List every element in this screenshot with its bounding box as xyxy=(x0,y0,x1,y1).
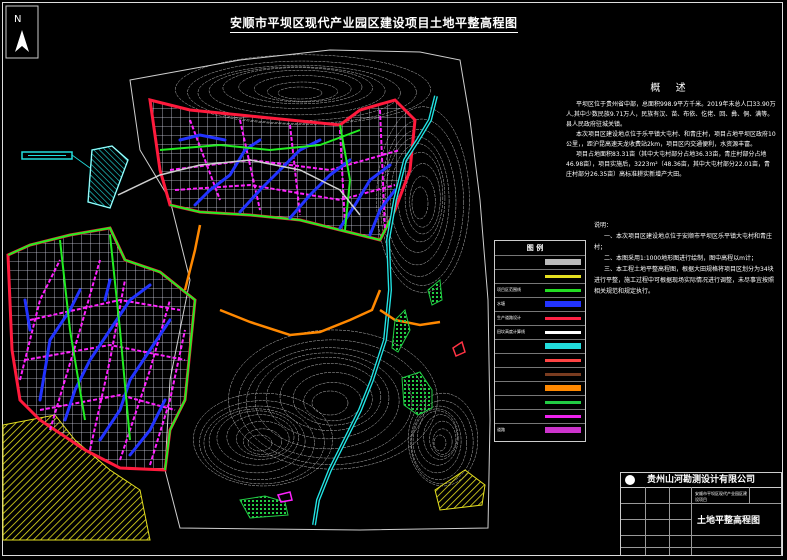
contour-line xyxy=(246,347,413,459)
legend-row xyxy=(495,381,585,395)
contour-line xyxy=(254,75,352,103)
overview-paragraph: 平坝区位于贵州省中部，总面积998.9平方千米。2019年末总人口33.90万人… xyxy=(566,101,776,128)
legend-row xyxy=(495,409,585,423)
yellow-hatch-area-right xyxy=(434,469,486,511)
legend-symbol xyxy=(545,275,581,278)
contour-line xyxy=(267,81,338,102)
title-block: 贵州山河勘测设计有限公司 安顺市平坝区现代产业园区建设项目 土地平整高程图 xyxy=(620,472,782,556)
contour-line xyxy=(411,186,429,220)
contour-line xyxy=(222,67,373,109)
contour-line xyxy=(199,400,325,485)
legend-label: 道路 xyxy=(497,427,505,432)
legend-row xyxy=(495,367,585,381)
notes-item: 三、本工程土地平整高程图，根据大田规格将项目区划分为34块进行平整，施工过程中可… xyxy=(594,266,775,295)
legend-panel: 图 例 项目区范围线 水塘生产道路设计 田坎高度计算线 道路 xyxy=(494,240,586,442)
green-parcel-south xyxy=(239,495,289,519)
contour-line xyxy=(429,420,457,457)
contour-line xyxy=(433,434,447,452)
svg-text:N: N xyxy=(14,14,21,25)
project-name: 安顺市平坝区现代产业园区建设项目 xyxy=(695,491,747,502)
contour-line xyxy=(412,408,462,474)
legend-symbol xyxy=(545,259,581,265)
green-strip-1 xyxy=(391,309,411,353)
legend-symbol xyxy=(545,373,581,376)
legend-symbol xyxy=(545,385,581,391)
contour-line xyxy=(292,372,373,426)
contour-line xyxy=(311,390,349,416)
contour-line xyxy=(266,356,390,440)
contour-line xyxy=(216,410,299,466)
contour-line xyxy=(432,428,453,455)
contour-line xyxy=(409,175,436,228)
company-name: 贵州山河勘测设计有限公司 xyxy=(621,473,781,488)
notes-heading: 说明： xyxy=(594,222,613,229)
contour-line xyxy=(238,69,363,105)
legend-symbol xyxy=(545,331,581,334)
legend-row xyxy=(495,269,585,283)
north-arrow-icon: N xyxy=(5,5,39,59)
legend-symbol xyxy=(545,301,581,307)
legend-row: 水塘 xyxy=(495,297,585,311)
legend-row xyxy=(495,353,585,367)
overview-heading: 概 述 xyxy=(650,83,692,94)
legend-row: 项目区范围线 xyxy=(495,283,585,297)
notes-item: 二、本图采用1:1000地形图进行绘制，图中高程以m计； xyxy=(604,255,757,262)
legend-symbol xyxy=(545,359,581,362)
legend-symbol xyxy=(545,343,581,349)
overview-panel: 概 述 平坝区位于贵州省中部，总面积998.9平方千米。2019年末总人口33.… xyxy=(566,84,776,180)
legend-symbol xyxy=(545,289,581,292)
legend-title: 图 例 xyxy=(526,244,544,252)
notes-item: 一、本次项目区建设地点位于安顺市平坝区乐平镇大屯村和青庄村； xyxy=(594,233,773,251)
contour-line xyxy=(277,86,323,100)
green-parcel-east xyxy=(401,371,433,416)
contour-line xyxy=(208,66,386,116)
notes-panel: 说明： 一、本次项目区建设地点位于安顺市平坝区乐平镇大屯村和青庄村； 二、本图采… xyxy=(594,220,774,297)
legend-label: 田坎高度计算线 xyxy=(497,329,525,334)
cad-drawing-viewport[interactable]: N 安顺市平坝区现代产业园区建设项目土地平整高程图 概 述 平坝区位于贵州省中部… xyxy=(0,0,787,560)
legend-symbol xyxy=(545,401,581,404)
drawing-title: 安顺市平坝区现代产业园区建设项目土地平整高程图 xyxy=(230,14,518,33)
red-marker xyxy=(452,340,466,358)
drawing-name: 土地平整高程图 xyxy=(697,516,761,526)
legend-label: 生产道路设计 xyxy=(497,315,521,320)
legend-label: 水塘 xyxy=(497,301,505,306)
legend-symbol xyxy=(545,427,581,433)
company-logo-icon xyxy=(625,475,635,485)
magenta-marker xyxy=(276,491,293,503)
overview-paragraph: 本次项目区建设地点位于乐平镇大屯村、和青庄村，项目占地平坝区政府10公里，，距沪… xyxy=(566,131,776,148)
legend-row: 田坎高度计算线 xyxy=(495,325,585,339)
legend-symbol xyxy=(545,415,581,418)
legend-row xyxy=(495,339,585,353)
overview-paragraph: 项目占地面积83.31亩（其中大屯村部分占地36.33亩，青庄村部分占地46.9… xyxy=(566,151,771,178)
contour-line xyxy=(411,405,468,480)
legend-row: 道路 xyxy=(495,423,585,437)
legend-row xyxy=(495,395,585,409)
legend-row: 生产道路设计 xyxy=(495,311,585,325)
legend-symbol xyxy=(545,317,581,320)
legend-label: 项目区范围线 xyxy=(497,287,521,292)
contour-line xyxy=(193,392,333,487)
legend-row xyxy=(495,255,585,269)
cyan-inset-parcel xyxy=(21,145,129,209)
